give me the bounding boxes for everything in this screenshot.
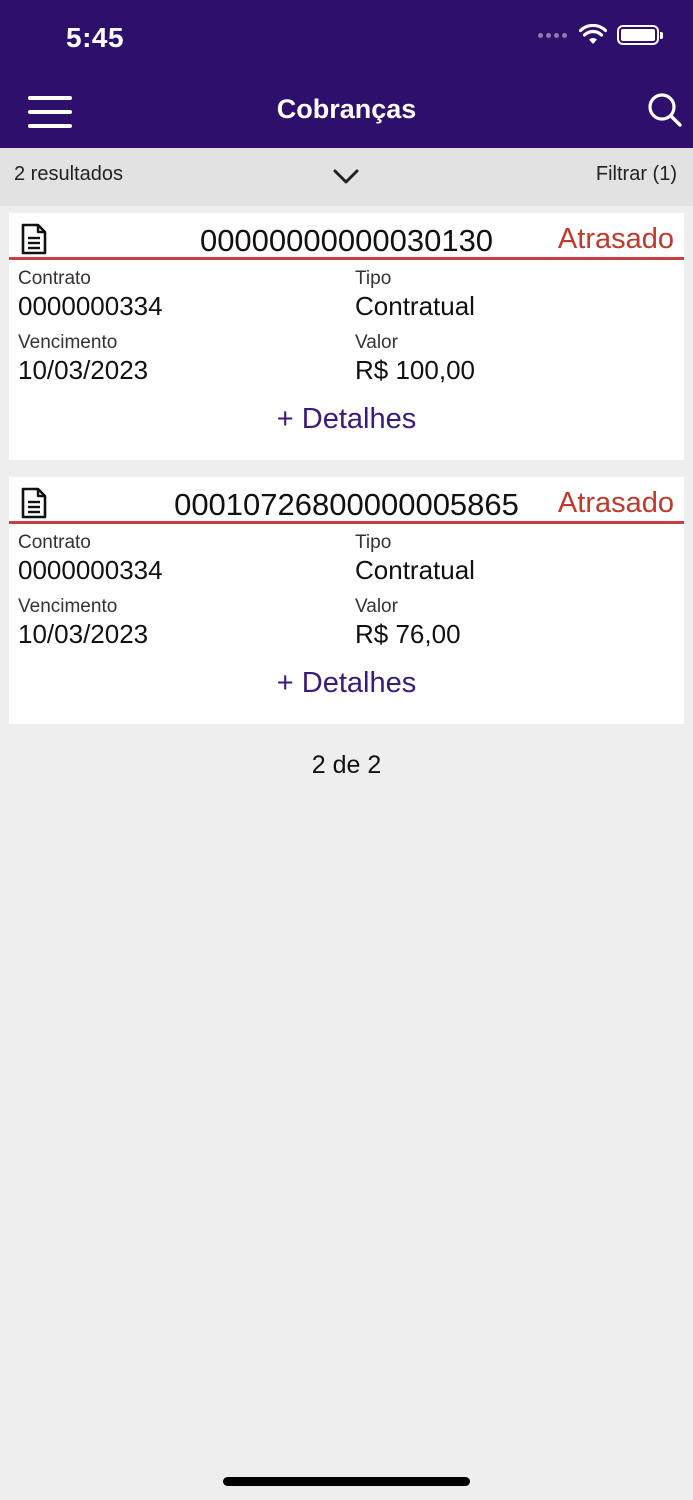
tipo-label: Tipo bbox=[355, 268, 392, 289]
results-count: 2 resultados bbox=[14, 163, 123, 185]
contrato-label: Contrato bbox=[18, 532, 91, 553]
page-title: Cobranças bbox=[276, 94, 417, 124]
home-indicator[interactable] bbox=[223, 1477, 470, 1486]
card-divider bbox=[9, 257, 684, 260]
app-header: 5:45 Cobranças bbox=[0, 0, 693, 148]
status-icons bbox=[538, 24, 663, 46]
vencimento-label: Vencimento bbox=[18, 596, 118, 617]
pagination-indicator: 2 de 2 bbox=[311, 751, 382, 779]
filter-button[interactable]: Filtrar (1) bbox=[596, 163, 677, 186]
vencimento-label: Vencimento bbox=[18, 332, 118, 353]
card-header: 00010726800000005865 Atrasado bbox=[9, 477, 684, 524]
valor-value: R$ 100,00 bbox=[355, 355, 475, 385]
charge-card: 00000000000030130 Atrasado Contrato 0000… bbox=[9, 213, 684, 460]
tipo-value: Contratual bbox=[355, 291, 475, 321]
vencimento-value: 10/03/2023 bbox=[18, 619, 149, 649]
battery-icon bbox=[617, 25, 663, 45]
tipo-label: Tipo bbox=[355, 532, 392, 553]
valor-label: Valor bbox=[355, 332, 398, 353]
vencimento-value: 10/03/2023 bbox=[18, 355, 149, 385]
signal-icon bbox=[538, 32, 567, 38]
contrato-label: Contrato bbox=[18, 268, 91, 289]
charge-card: 00010726800000005865 Atrasado Contrato 0… bbox=[9, 477, 684, 724]
status-badge: Atrasado bbox=[557, 223, 674, 255]
valor-value: R$ 76,00 bbox=[355, 619, 461, 649]
contrato-value: 0000000334 bbox=[18, 555, 163, 585]
status-badge: Atrasado bbox=[557, 487, 674, 519]
contrato-value: 0000000334 bbox=[18, 291, 163, 321]
card-header: 00000000000030130 Atrasado bbox=[9, 213, 684, 260]
chevron-down-icon[interactable] bbox=[331, 165, 361, 187]
search-icon[interactable] bbox=[647, 92, 683, 128]
valor-label: Valor bbox=[355, 596, 398, 617]
status-time: 5:45 bbox=[66, 22, 125, 53]
details-link[interactable]: + Detalhes bbox=[9, 403, 684, 436]
card-divider bbox=[9, 521, 684, 524]
details-link[interactable]: + Detalhes bbox=[9, 667, 684, 700]
tipo-value: Contratual bbox=[355, 555, 475, 585]
wifi-icon bbox=[579, 24, 607, 44]
filter-bar: 2 resultados Filtrar (1) bbox=[0, 148, 693, 206]
